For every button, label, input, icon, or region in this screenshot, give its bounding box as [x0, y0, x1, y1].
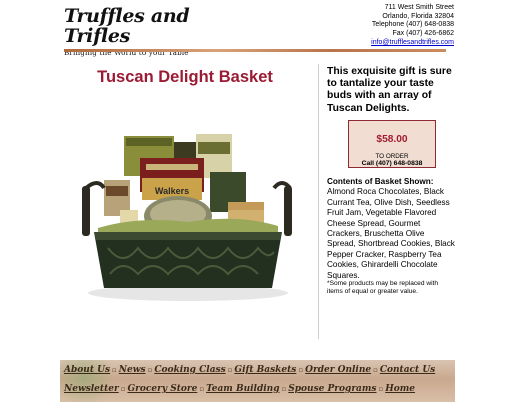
nav-link-gift-baskets[interactable]: Gift Baskets: [234, 365, 296, 375]
contact-address: 711 West Smith Street Orlando, Florida 3…: [314, 4, 454, 48]
price-box: $58.00 TO ORDER Call (407) 648-0838: [348, 120, 436, 168]
separator-icon: ▫: [147, 365, 153, 374]
contents-list: Almond Roca Chocolates, Black Currant Te…: [327, 187, 455, 280]
nav-link-contact-us[interactable]: Contact Us: [380, 365, 435, 375]
separator-icon: ▫: [378, 384, 384, 393]
nav-link-spouse-programs[interactable]: Spouse Programs: [288, 384, 376, 394]
column-divider: [318, 64, 319, 339]
page-title: Tuscan Delight Basket: [97, 68, 273, 86]
address-line: Telephone (407) 648-0838: [371, 21, 454, 29]
nav-row-2: Newsletter ▫ Grocery Store ▫ Team Building ▫ S…: [64, 384, 454, 394]
nav-link-about-us[interactable]: About Us: [64, 365, 110, 375]
address-line: 711 West Smith Street: [384, 4, 454, 11]
address-line: Orlando, Florida 32804: [382, 12, 454, 20]
call-number: Call (407) 648-0838: [361, 160, 423, 167]
nav-row-1: About Us ▫ News ▫ Cooking Class ▫ Gift Baskets…: [64, 365, 454, 375]
substitution-note: *Some products may be replaced with item…: [327, 280, 439, 296]
nav-link-team-building[interactable]: Team Building: [206, 384, 279, 394]
contents-heading: Contents of Basket Shown:: [327, 177, 434, 186]
separator-icon: ▫: [112, 365, 117, 374]
email-link[interactable]: info@trufflesandtrifles.com: [371, 39, 454, 46]
separator-icon: ▫: [281, 384, 287, 393]
to-order-label: TO ORDER: [375, 153, 409, 160]
basket-contents: Contents of Basket Shown: Almond Roca Ch…: [327, 177, 455, 281]
nav-link-order-online[interactable]: Order Online: [305, 365, 371, 375]
basket-image: Walkers: [78, 128, 298, 303]
header-divider: [64, 49, 446, 52]
nav-link-cooking-class[interactable]: Cooking Class: [154, 365, 225, 375]
nav-link-news[interactable]: News: [119, 365, 146, 375]
address-line: Fax (407) 426-6862: [392, 30, 454, 38]
nav-link-home[interactable]: Home: [385, 384, 415, 394]
walkers-label: Walkers: [155, 186, 189, 196]
separator-icon: ▫: [373, 365, 378, 374]
product-intro: This exquisite gift is sure to tantalize…: [327, 66, 452, 114]
logo-title: Truffles and Trifles: [64, 5, 190, 47]
footer-nav: About Us ▫ News ▫ Cooking Class ▫ Gift Baskets…: [60, 360, 455, 402]
price: $58.00: [376, 134, 408, 145]
nav-link-newsletter[interactable]: Newsletter: [64, 384, 119, 394]
nav-link-grocery-store[interactable]: Grocery Store: [127, 384, 197, 394]
separator-icon: ▫: [298, 365, 304, 374]
separator-icon: ▫: [199, 384, 205, 393]
